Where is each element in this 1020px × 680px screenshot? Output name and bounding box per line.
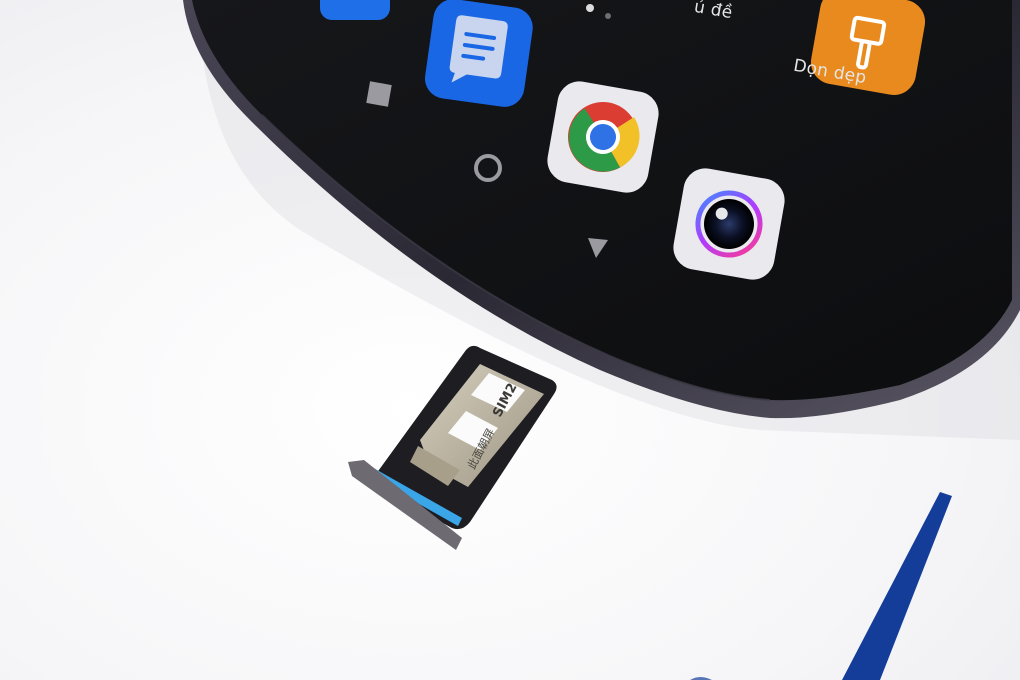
recents-button[interactable] — [366, 81, 392, 107]
page-dot-active — [586, 4, 594, 12]
camera-app-icon[interactable] — [670, 165, 788, 283]
partial-app-icon[interactable] — [320, 0, 390, 20]
brand-stripe — [842, 492, 952, 680]
photo-scene: SIM2 此面朝屏 — [183, 0, 1020, 680]
messages-app-icon[interactable] — [422, 0, 535, 109]
page-dot — [605, 13, 611, 19]
sim-tray[interactable]: SIM2 此面朝屏 — [348, 345, 557, 550]
chrome-app-icon[interactable] — [544, 78, 662, 196]
